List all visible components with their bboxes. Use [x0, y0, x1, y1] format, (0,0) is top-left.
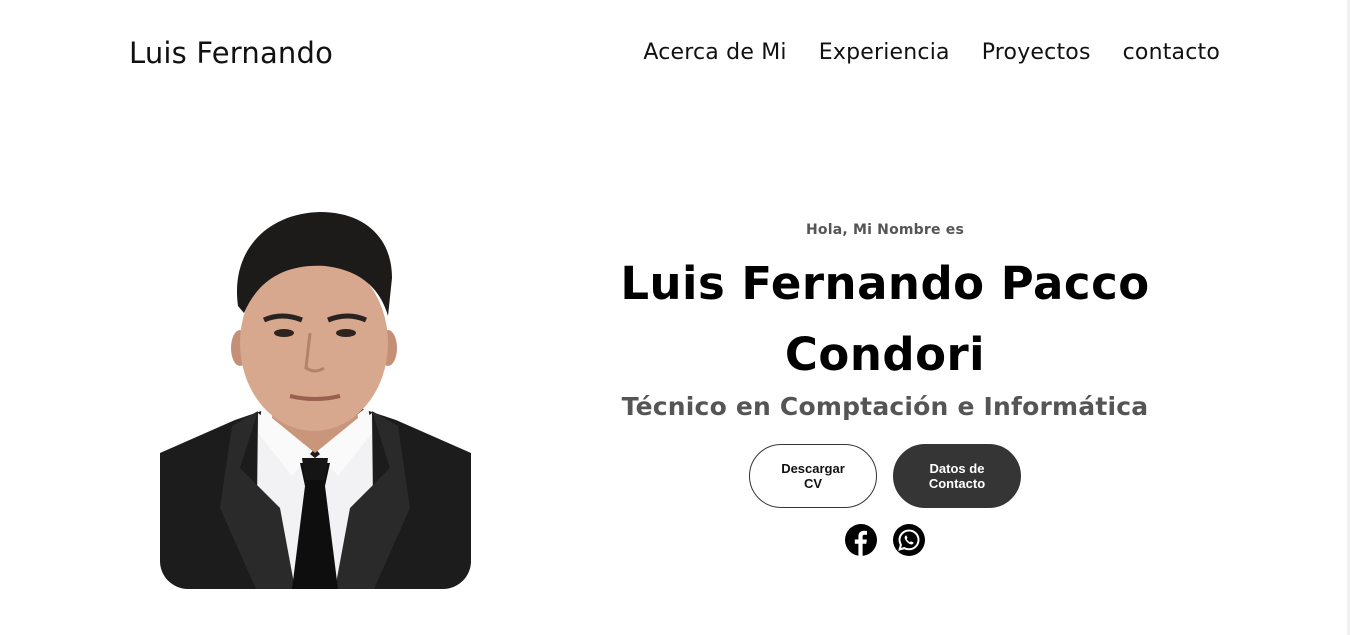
hero-name: Luis Fernando Pacco Condori	[620, 257, 1150, 381]
nav-contacto[interactable]: contacto	[1123, 40, 1220, 65]
facebook-icon[interactable]	[845, 524, 877, 556]
hero-profession: Técnico en Comptación e Informática	[621, 392, 1149, 421]
nav-experiencia[interactable]: Experiencia	[819, 40, 950, 65]
whatsapp-icon[interactable]	[893, 524, 925, 556]
contact-info-button[interactable]: Datos de Contacto	[893, 444, 1021, 508]
main-nav: Acerca de Mi Experiencia Proyectos conta…	[643, 40, 1220, 65]
social-links	[560, 524, 1210, 556]
hero-greeting: Hola, Mi Nombre es	[805, 222, 965, 238]
download-cv-button[interactable]: Descargar CV	[749, 444, 877, 508]
portfolio-page: Luis Fernando Acerca de Mi Experiencia P…	[0, 0, 1350, 635]
nav-proyectos[interactable]: Proyectos	[982, 40, 1091, 65]
nav-acerca[interactable]: Acerca de Mi	[643, 40, 786, 65]
site-logo[interactable]: Luis Fernando	[129, 36, 333, 70]
hero-buttons: Descargar CV Datos de Contacto	[560, 444, 1210, 508]
profile-photo	[160, 208, 471, 589]
hero-section: Hola, Mi Nombre es Luis Fernando Pacco C…	[560, 222, 1210, 556]
